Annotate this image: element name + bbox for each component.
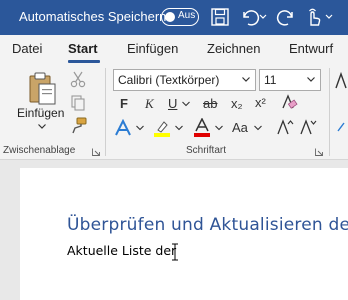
undo-icon[interactable] <box>238 6 260 28</box>
font-launcher-icon[interactable] <box>315 148 323 156</box>
copy-icon[interactable] <box>70 94 86 112</box>
text-effects-dropdown-icon[interactable] <box>135 124 145 132</box>
cut-icon[interactable] <box>70 70 86 88</box>
bold-button[interactable]: F <box>120 96 128 111</box>
tab-start[interactable]: Start <box>68 41 98 56</box>
italic-button[interactable]: K <box>145 96 154 112</box>
document-heading[interactable]: Überprüfen und Aktualisieren de <box>67 215 348 235</box>
text-cursor-icon <box>172 243 178 261</box>
undo-dropdown-icon[interactable] <box>258 6 268 28</box>
font-size-select[interactable]: 11 <box>259 69 321 91</box>
font-size-value: 11 <box>264 73 277 87</box>
ribbon: Einfügen Zwischenablage Calibri (Textkör… <box>0 64 348 160</box>
paste-dropdown-icon[interactable] <box>37 123 47 131</box>
shrink-font-icon[interactable] <box>299 118 317 136</box>
subscript-button[interactable]: x₂ <box>231 96 243 111</box>
text-effects-icon[interactable] <box>114 119 132 137</box>
tab-entwurf[interactable]: Entwurf <box>289 41 333 56</box>
chevron-down-icon <box>307 77 315 82</box>
clear-formatting-icon[interactable] <box>280 93 298 111</box>
font-name-value: Calibri (Textkörper) <box>118 73 220 87</box>
highlight-dropdown-icon[interactable] <box>174 124 184 132</box>
tab-zeichnen[interactable]: Zeichnen <box>207 41 260 56</box>
touch-mode-icon[interactable] <box>303 6 325 28</box>
save-icon[interactable] <box>209 6 231 28</box>
font-color-dropdown-icon[interactable] <box>214 124 224 132</box>
group-divider <box>329 68 330 156</box>
font-color-icon[interactable] <box>192 118 212 138</box>
clipboard-group-label: Zwischenablage <box>3 145 76 156</box>
autosave-toggle[interactable]: Aus <box>161 8 199 26</box>
title-bar: Automatisches Speichern Aus <box>0 0 348 35</box>
underline-button[interactable]: U <box>168 96 177 111</box>
paste-icon[interactable] <box>26 70 60 106</box>
clipboard-launcher-icon[interactable] <box>92 148 100 156</box>
change-case-button[interactable]: Aa <box>232 120 248 135</box>
grow-font-icon[interactable] <box>334 70 348 90</box>
active-tab-indicator <box>68 60 100 63</box>
group-divider <box>105 68 106 156</box>
paragraph-icon[interactable] <box>336 118 348 136</box>
chevron-down-icon <box>242 77 250 82</box>
ribbon-tabs: Datei Start Einfügen Zeichnen Entwurf <box>0 35 348 64</box>
superscript-button[interactable]: x² <box>255 95 266 110</box>
underline-dropdown-icon[interactable] <box>181 100 191 108</box>
strikethrough-button[interactable]: ab <box>203 96 217 111</box>
touch-dropdown-icon[interactable] <box>324 6 334 28</box>
font-group-label: Schriftart <box>186 145 227 156</box>
change-case-dropdown-icon[interactable] <box>253 124 263 132</box>
autosave-state: Aus <box>178 10 196 21</box>
format-painter-icon[interactable] <box>69 117 87 135</box>
paste-label[interactable]: Einfügen <box>17 106 64 120</box>
toggle-knob <box>165 11 175 22</box>
redo-icon[interactable] <box>276 6 298 28</box>
autosave-label: Automatisches Speichern <box>19 9 167 24</box>
document-body-text[interactable]: Aktuelle Liste der <box>67 243 176 258</box>
highlight-icon[interactable] <box>152 118 172 138</box>
tab-datei[interactable]: Datei <box>12 41 42 56</box>
font-name-select[interactable]: Calibri (Textkörper) <box>113 69 256 91</box>
tab-einfuegen[interactable]: Einfügen <box>127 41 178 56</box>
grow-font-small-icon[interactable] <box>276 118 294 136</box>
